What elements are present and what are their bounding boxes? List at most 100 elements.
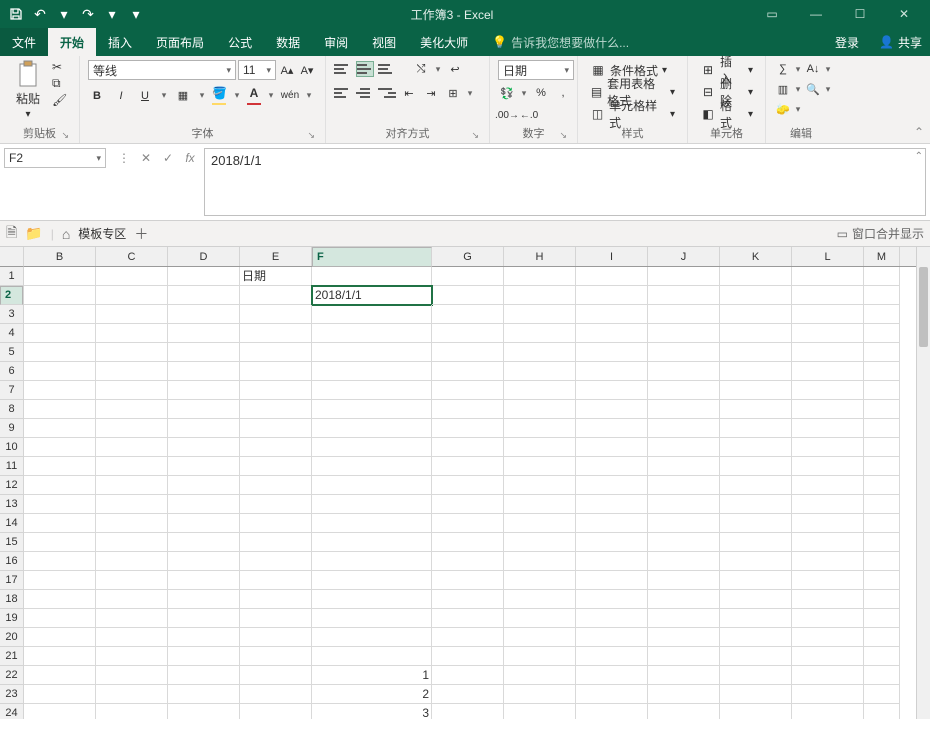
cell-H16[interactable] xyxy=(504,552,576,571)
cell-J5[interactable] xyxy=(648,343,720,362)
cell-E14[interactable] xyxy=(240,514,312,533)
cell-H7[interactable] xyxy=(504,381,576,400)
cell-I24[interactable] xyxy=(576,704,648,719)
align-center-button[interactable] xyxy=(356,85,374,101)
cell-D22[interactable] xyxy=(168,666,240,685)
underline-button[interactable]: U xyxy=(136,87,154,105)
cell-M12[interactable] xyxy=(864,476,900,495)
cell-E16[interactable] xyxy=(240,552,312,571)
cell-L12[interactable] xyxy=(792,476,864,495)
cell-B12[interactable] xyxy=(24,476,96,495)
cell-H3[interactable] xyxy=(504,305,576,324)
sort-filter-button[interactable]: A↓ xyxy=(804,60,822,78)
chevron-down-icon[interactable]: ▾ xyxy=(794,80,802,98)
cell-C4[interactable] xyxy=(96,324,168,343)
cell-F3[interactable] xyxy=(312,305,432,324)
cell-H18[interactable] xyxy=(504,590,576,609)
cell-L1[interactable] xyxy=(792,267,864,286)
fill-color-button[interactable]: 🪣 xyxy=(212,86,227,105)
cell-E23[interactable] xyxy=(240,685,312,704)
cell-H19[interactable] xyxy=(504,609,576,628)
cell-J2[interactable] xyxy=(648,286,720,305)
cell-F17[interactable] xyxy=(312,571,432,590)
cell-I1[interactable] xyxy=(576,267,648,286)
cell-J10[interactable] xyxy=(648,438,720,457)
select-all-corner[interactable] xyxy=(0,247,24,267)
align-launcher-icon[interactable]: ↘ xyxy=(471,130,479,141)
cell-B6[interactable] xyxy=(24,362,96,381)
row-header-10[interactable]: 10 xyxy=(0,438,23,457)
cell-D5[interactable] xyxy=(168,343,240,362)
chevron-down-icon[interactable]: ▾ xyxy=(520,84,528,102)
cell-G8[interactable] xyxy=(432,400,504,419)
cell-L20[interactable] xyxy=(792,628,864,647)
cell-F2[interactable]: 2018/1/1 xyxy=(312,286,432,305)
cell-C11[interactable] xyxy=(96,457,168,476)
font-name-select[interactable]: 等线▾ xyxy=(88,60,236,80)
font-size-select[interactable]: 11▾ xyxy=(238,60,276,80)
cell-B17[interactable] xyxy=(24,571,96,590)
cell-K21[interactable] xyxy=(720,647,792,666)
cell-E6[interactable] xyxy=(240,362,312,381)
column-header-D[interactable]: D xyxy=(168,247,240,266)
cell-L10[interactable] xyxy=(792,438,864,457)
cell-H10[interactable] xyxy=(504,438,576,457)
cell-E19[interactable] xyxy=(240,609,312,628)
column-header-E[interactable]: E xyxy=(240,247,312,266)
cell-H23[interactable] xyxy=(504,685,576,704)
percent-button[interactable]: % xyxy=(532,84,550,102)
cell-L4[interactable] xyxy=(792,324,864,343)
cell-G6[interactable] xyxy=(432,362,504,381)
increase-indent-button[interactable]: ⇥ xyxy=(422,84,440,102)
cell-K22[interactable] xyxy=(720,666,792,685)
chevron-down-icon[interactable]: ▾ xyxy=(794,100,802,118)
cell-D7[interactable] xyxy=(168,381,240,400)
cell-G11[interactable] xyxy=(432,457,504,476)
cell-C6[interactable] xyxy=(96,362,168,381)
cell-K5[interactable] xyxy=(720,343,792,362)
cell-K13[interactable] xyxy=(720,495,792,514)
cell-J17[interactable] xyxy=(648,571,720,590)
undo-icon[interactable]: ↶ xyxy=(30,4,50,24)
cell-L2[interactable] xyxy=(792,286,864,305)
cell-K9[interactable] xyxy=(720,419,792,438)
cell-J6[interactable] xyxy=(648,362,720,381)
cell-I18[interactable] xyxy=(576,590,648,609)
cell-E9[interactable] xyxy=(240,419,312,438)
row-header-9[interactable]: 9 xyxy=(0,419,23,438)
cell-H6[interactable] xyxy=(504,362,576,381)
cell-C10[interactable] xyxy=(96,438,168,457)
collapse-ribbon-icon[interactable]: ⌃ xyxy=(914,125,924,139)
cell-F15[interactable] xyxy=(312,533,432,552)
cell-D19[interactable] xyxy=(168,609,240,628)
collapse-formula-icon[interactable]: ⌃ xyxy=(915,151,923,162)
chevron-down-icon[interactable]: ▾ xyxy=(824,80,832,98)
chevron-down-icon[interactable]: ▾ xyxy=(794,60,802,78)
cell-K16[interactable] xyxy=(720,552,792,571)
column-header-H[interactable]: H xyxy=(504,247,576,266)
cell-H14[interactable] xyxy=(504,514,576,533)
row-header-19[interactable]: 19 xyxy=(0,609,23,628)
cell-B15[interactable] xyxy=(24,533,96,552)
column-header-J[interactable]: J xyxy=(648,247,720,266)
cell-F13[interactable] xyxy=(312,495,432,514)
cell-E7[interactable] xyxy=(240,381,312,400)
share-button[interactable]: 👤 共享 xyxy=(879,34,922,51)
cell-G17[interactable] xyxy=(432,571,504,590)
template-zone-button[interactable]: 模板专区 xyxy=(78,225,126,242)
cut-icon[interactable]: ✂ xyxy=(52,60,67,74)
cell-I5[interactable] xyxy=(576,343,648,362)
cell-M24[interactable] xyxy=(864,704,900,719)
cell-C20[interactable] xyxy=(96,628,168,647)
cell-E15[interactable] xyxy=(240,533,312,552)
cell-G16[interactable] xyxy=(432,552,504,571)
cell-I16[interactable] xyxy=(576,552,648,571)
cell-F12[interactable] xyxy=(312,476,432,495)
cell-H13[interactable] xyxy=(504,495,576,514)
cell-E4[interactable] xyxy=(240,324,312,343)
add-tab-icon[interactable]: ＋ xyxy=(134,224,148,244)
minimize-icon[interactable]: — xyxy=(796,4,836,24)
cell-M8[interactable] xyxy=(864,400,900,419)
cell-H17[interactable] xyxy=(504,571,576,590)
cell-F20[interactable] xyxy=(312,628,432,647)
